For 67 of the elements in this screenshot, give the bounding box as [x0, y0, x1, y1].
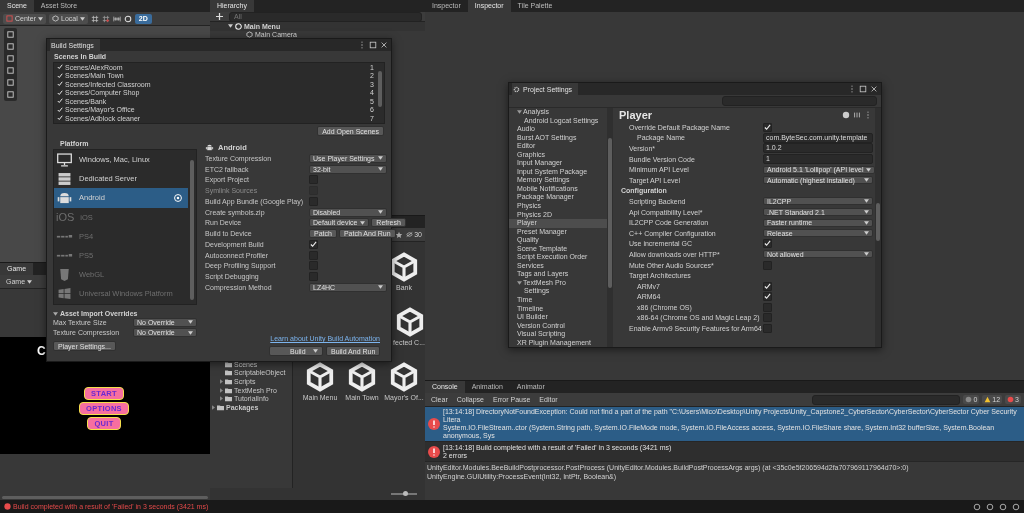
caret-icon	[378, 285, 383, 290]
unity-scene-icon[interactable]	[395, 307, 425, 337]
scrollbar[interactable]	[608, 138, 612, 288]
caret-icon	[38, 16, 43, 21]
caret-icon	[27, 279, 33, 284]
checkbox[interactable]	[763, 292, 772, 302]
warning-icon	[984, 396, 992, 403]
page-title: Player	[619, 109, 653, 121]
ruler-icon[interactable]	[112, 14, 121, 23]
shading-icon[interactable]	[123, 14, 132, 23]
unity-scene-icon[interactable]	[389, 362, 419, 392]
caret-icon	[53, 311, 58, 316]
android-icon	[205, 142, 214, 152]
error-icon	[428, 418, 440, 430]
search-field[interactable]	[812, 394, 961, 405]
caret-icon	[79, 16, 85, 21]
eye-icon	[406, 231, 414, 238]
ps5-logo	[56, 253, 73, 258]
cube-icon	[52, 15, 59, 22]
close-icon[interactable]	[380, 41, 388, 49]
pivot-icon	[6, 15, 13, 22]
maximize-icon[interactable]	[859, 85, 867, 93]
error-icon	[4, 503, 11, 510]
add-button[interactable]	[213, 11, 226, 22]
caret-icon	[864, 178, 869, 183]
android-icon	[56, 190, 73, 205]
plus-icon	[216, 13, 223, 20]
error-icon	[1007, 396, 1015, 403]
caret-icon	[228, 24, 233, 29]
caret-icon	[313, 349, 318, 353]
caret-icon	[378, 167, 383, 172]
log-entry[interactable]	[425, 407, 1024, 442]
sliders-icon[interactable]	[853, 111, 861, 119]
cube-icon	[246, 31, 253, 39]
ps4-logo	[56, 234, 73, 239]
caret-icon	[864, 199, 869, 204]
game-title-text: C	[37, 345, 46, 357]
grid-icon[interactable]	[90, 14, 99, 23]
caret-icon[interactable]	[517, 110, 522, 115]
caret-icon	[864, 231, 869, 236]
unity-scene-icon[interactable]	[305, 362, 335, 392]
checkbox[interactable]	[763, 122, 772, 132]
gear-icon	[513, 85, 520, 93]
caret-icon[interactable]	[517, 281, 522, 286]
caret-icon	[864, 252, 869, 257]
help-icon[interactable]	[842, 111, 850, 119]
caret-icon	[378, 156, 383, 161]
scrollbar[interactable]	[876, 203, 880, 241]
caret-icon	[360, 220, 366, 225]
ios-logo: iOS	[56, 210, 75, 225]
snap-icon[interactable]	[101, 14, 110, 23]
info-icon	[965, 396, 973, 403]
error-icon	[428, 445, 440, 458]
maximize-icon[interactable]	[369, 41, 377, 49]
unity-icon	[235, 22, 242, 30]
zoom-slider-thumb[interactable]	[402, 491, 408, 496]
monitor-icon	[56, 152, 73, 167]
windows-icon	[56, 286, 73, 301]
star-icon[interactable]	[395, 230, 404, 239]
scrollbar[interactable]	[2, 496, 208, 499]
unity-scene-icon[interactable]	[389, 252, 419, 282]
unity-scene-icon[interactable]	[347, 362, 377, 392]
checkbox[interactable]	[763, 239, 772, 249]
close-icon[interactable]	[870, 85, 878, 93]
server-icon	[56, 171, 73, 186]
checkbox[interactable]	[309, 239, 318, 249]
checkbox[interactable]	[763, 281, 772, 291]
